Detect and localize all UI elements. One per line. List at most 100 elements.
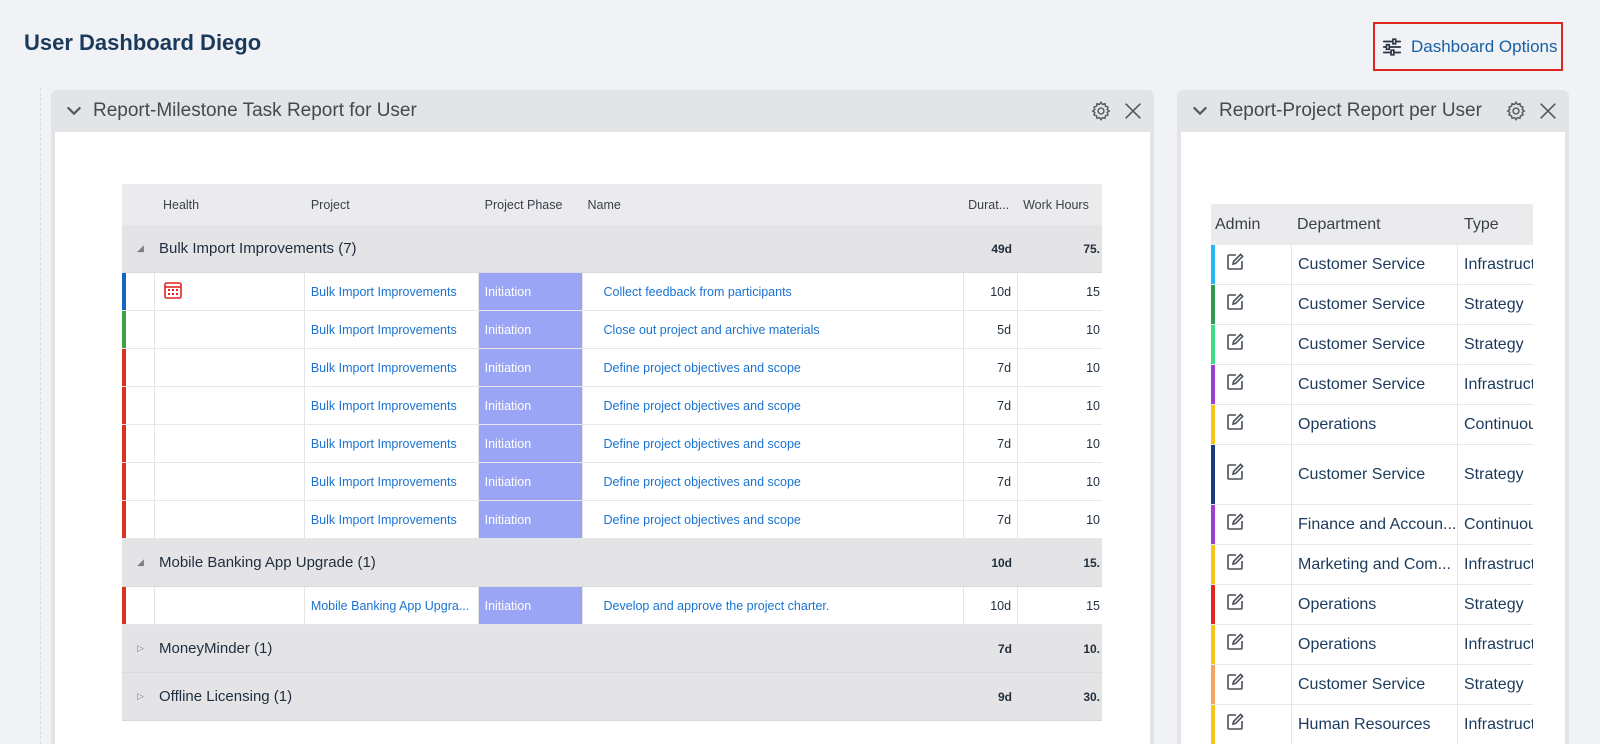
duration-cell: 10d xyxy=(964,273,1019,310)
collapse-triangle-icon[interactable]: ◢ xyxy=(122,243,159,254)
col-work-hours[interactable]: Work Hours xyxy=(1018,184,1102,225)
table-row[interactable]: Bulk Import Improvements Initiation Close … xyxy=(122,311,1102,349)
edit-icon[interactable] xyxy=(1225,332,1245,357)
close-icon[interactable] xyxy=(1122,100,1144,122)
table-row[interactable]: Customer Service Strategy xyxy=(1211,445,1533,505)
table-row[interactable]: Mobile Banking App Upgra... Initiation Dev… xyxy=(122,587,1102,625)
table-row[interactable]: Marketing and Com... Infrastruct xyxy=(1211,545,1533,585)
col-type[interactable]: Type xyxy=(1458,204,1533,245)
project-link[interactable]: Mobile Banking App Upgra... xyxy=(305,587,479,624)
task-name-link[interactable]: Define project objectives and scope xyxy=(583,387,965,424)
table-row[interactable]: Customer Service Strategy xyxy=(1211,325,1533,365)
sliders-icon xyxy=(1382,37,1402,56)
project-link[interactable]: Bulk Import Improvements xyxy=(305,425,479,462)
department-cell: Finance and Accoun... xyxy=(1292,505,1458,544)
project-phase-cell: Initiation xyxy=(478,587,583,624)
chevron-down-icon[interactable] xyxy=(1191,102,1209,120)
table-row[interactable]: Operations Continuou xyxy=(1211,405,1533,445)
gear-icon[interactable] xyxy=(1505,100,1527,122)
dashboard-options-button[interactable]: Dashboard Options xyxy=(1373,22,1563,71)
row-spacer xyxy=(126,501,155,538)
project-phase-cell: Initiation xyxy=(478,387,583,424)
chevron-down-icon[interactable] xyxy=(65,102,83,120)
task-name-link[interactable]: Define project objectives and scope xyxy=(583,463,965,500)
admin-cell xyxy=(1215,445,1292,504)
table-row[interactable]: Bulk Import Improvements Initiation Collec… xyxy=(122,273,1102,311)
table-row[interactable]: Human Resources Infrastruct xyxy=(1211,705,1533,744)
project-link[interactable]: Bulk Import Improvements xyxy=(305,501,479,538)
group-label: Mobile Banking App Upgrade (1) xyxy=(159,554,376,571)
group-row[interactable]: ◢ Bulk Import Improvements (7) 49d 75. xyxy=(122,225,1102,273)
project-grid: Admin Department Type Customer Service In… xyxy=(1211,204,1533,744)
expand-triangle-icon[interactable]: ▷ xyxy=(122,691,159,702)
table-row[interactable]: Customer Service Infrastruct xyxy=(1211,365,1533,405)
table-row[interactable]: Customer Service Strategy xyxy=(1211,665,1533,705)
group-work-hours: 15. xyxy=(1083,555,1100,570)
project-link[interactable]: Bulk Import Improvements xyxy=(305,463,479,500)
group-work-hours: 30. xyxy=(1083,689,1100,704)
edit-icon[interactable] xyxy=(1225,372,1245,397)
col-name[interactable]: Name xyxy=(583,184,965,225)
edit-icon[interactable] xyxy=(1225,712,1245,737)
edit-icon[interactable] xyxy=(1225,292,1245,317)
work-hours-cell: 10 xyxy=(1086,322,1100,337)
expand-triangle-icon[interactable]: ▷ xyxy=(122,643,159,654)
group-row[interactable]: ◢ Mobile Banking App Upgrade (1) 10d 15. xyxy=(122,539,1102,587)
collapse-triangle-icon[interactable]: ◢ xyxy=(122,557,159,568)
type-cell: Infrastruct xyxy=(1464,255,1533,273)
edit-icon[interactable] xyxy=(1225,552,1245,577)
project-link[interactable]: Bulk Import Improvements xyxy=(305,273,479,310)
edit-icon[interactable] xyxy=(1225,592,1245,617)
task-name-link[interactable]: Collect feedback from participants xyxy=(583,273,965,310)
col-project-phase[interactable]: Project Phase xyxy=(479,184,583,225)
project-phase-cell: Initiation xyxy=(478,349,583,386)
col-project[interactable]: Project xyxy=(305,184,479,225)
table-row[interactable]: Bulk Import Improvements Initiation Define… xyxy=(122,463,1102,501)
duration-cell: 7d xyxy=(964,501,1019,538)
table-row[interactable]: Finance and Accoun... Continuou xyxy=(1211,505,1533,545)
table-row[interactable]: Customer Service Infrastruct xyxy=(1211,245,1533,285)
department-cell: Customer Service xyxy=(1292,665,1458,704)
table-row[interactable]: Bulk Import Improvements Initiation Define… xyxy=(122,387,1102,425)
work-hours-cell: 10 xyxy=(1086,360,1100,375)
col-department[interactable]: Department xyxy=(1292,204,1458,245)
canvas-edge xyxy=(40,88,41,744)
project-link[interactable]: Bulk Import Improvements xyxy=(305,349,479,386)
table-row[interactable]: Customer Service Strategy xyxy=(1211,285,1533,325)
task-name-link[interactable]: Define project objectives and scope xyxy=(583,349,965,386)
admin-cell xyxy=(1215,625,1292,664)
project-link[interactable]: Bulk Import Improvements xyxy=(305,311,479,348)
table-row[interactable]: Operations Infrastruct xyxy=(1211,625,1533,665)
edit-icon[interactable] xyxy=(1225,252,1245,277)
task-name-link[interactable]: Close out project and archive materials xyxy=(583,311,965,348)
row-spacer xyxy=(126,349,155,386)
col-admin[interactable]: Admin xyxy=(1211,204,1292,245)
table-row[interactable]: Bulk Import Improvements Initiation Define… xyxy=(122,349,1102,387)
duration-cell: 7d xyxy=(964,463,1019,500)
project-link[interactable]: Bulk Import Improvements xyxy=(305,387,479,424)
table-row[interactable]: Bulk Import Improvements Initiation Define… xyxy=(122,425,1102,463)
group-duration: 10d xyxy=(991,555,1012,570)
table-row[interactable]: Operations Strategy xyxy=(1211,585,1533,625)
task-name-link[interactable]: Define project objectives and scope xyxy=(583,425,965,462)
work-hours-cell: 15 xyxy=(1086,598,1100,613)
edit-icon[interactable] xyxy=(1225,462,1245,487)
edit-icon[interactable] xyxy=(1225,672,1245,697)
edit-icon[interactable] xyxy=(1225,412,1245,437)
col-health[interactable]: Health xyxy=(155,184,305,225)
task-name-link[interactable]: Define project objectives and scope xyxy=(583,501,965,538)
health-cell xyxy=(155,463,305,500)
health-cell xyxy=(155,311,305,348)
type-cell: Strategy xyxy=(1464,295,1524,313)
group-row[interactable]: ▷ Offline Licensing (1) 9d 30. xyxy=(122,673,1102,721)
gear-icon[interactable] xyxy=(1090,100,1112,122)
type-cell: Infrastruct xyxy=(1464,375,1533,393)
col-duration[interactable]: Durat... xyxy=(964,184,1018,225)
edit-icon[interactable] xyxy=(1225,632,1245,657)
group-row[interactable]: ▷ MoneyMinder (1) 7d 10. xyxy=(122,625,1102,673)
close-icon[interactable] xyxy=(1537,100,1559,122)
work-hours-cell: 15 xyxy=(1086,284,1100,299)
edit-icon[interactable] xyxy=(1225,512,1245,537)
task-name-link[interactable]: Develop and approve the project charter. xyxy=(583,587,965,624)
table-row[interactable]: Bulk Import Improvements Initiation Define… xyxy=(122,501,1102,539)
